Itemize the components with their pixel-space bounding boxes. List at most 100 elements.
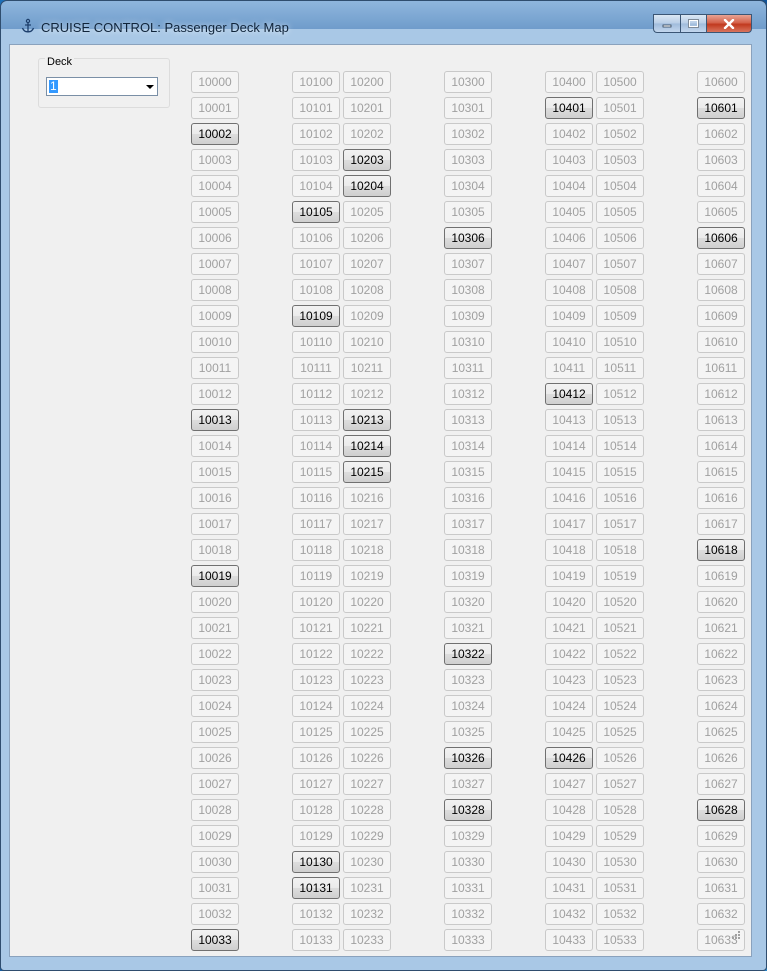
- cabin-button-10014[interactable]: 10014: [191, 435, 239, 457]
- cabin-button-10227[interactable]: 10227: [343, 773, 391, 795]
- cabin-button-10133[interactable]: 10133: [292, 929, 340, 951]
- cabin-button-10524[interactable]: 10524: [596, 695, 644, 717]
- cabin-button-10508[interactable]: 10508: [596, 279, 644, 301]
- cabin-button-10518[interactable]: 10518: [596, 539, 644, 561]
- cabin-button-10023[interactable]: 10023: [191, 669, 239, 691]
- cabin-button-10108[interactable]: 10108: [292, 279, 340, 301]
- cabin-button-10218[interactable]: 10218: [343, 539, 391, 561]
- cabin-button-10324[interactable]: 10324: [444, 695, 492, 717]
- cabin-button-10616[interactable]: 10616: [697, 487, 745, 509]
- cabin-button-10511[interactable]: 10511: [596, 357, 644, 379]
- cabin-button-10219[interactable]: 10219: [343, 565, 391, 587]
- cabin-button-10124[interactable]: 10124: [292, 695, 340, 717]
- cabin-button-10405[interactable]: 10405: [545, 201, 593, 223]
- cabin-button-10200[interactable]: 10200: [343, 71, 391, 93]
- cabin-button-10428[interactable]: 10428: [545, 799, 593, 821]
- cabin-button-10417[interactable]: 10417: [545, 513, 593, 535]
- cabin-button-10502[interactable]: 10502: [596, 123, 644, 145]
- cabin-button-10233[interactable]: 10233: [343, 929, 391, 951]
- cabin-button-10618[interactable]: 10618: [697, 539, 745, 561]
- cabin-button-10333[interactable]: 10333: [444, 929, 492, 951]
- cabin-button-10215[interactable]: 10215: [343, 461, 391, 483]
- cabin-button-10513[interactable]: 10513: [596, 409, 644, 431]
- cabin-button-10301[interactable]: 10301: [444, 97, 492, 119]
- cabin-button-10312[interactable]: 10312: [444, 383, 492, 405]
- cabin-button-10022[interactable]: 10022: [191, 643, 239, 665]
- cabin-button-10025[interactable]: 10025: [191, 721, 239, 743]
- cabin-button-10213[interactable]: 10213: [343, 409, 391, 431]
- cabin-button-10031[interactable]: 10031: [191, 877, 239, 899]
- cabin-button-10320[interactable]: 10320: [444, 591, 492, 613]
- cabin-button-10130[interactable]: 10130: [292, 851, 340, 873]
- cabin-button-10005[interactable]: 10005: [191, 201, 239, 223]
- cabin-button-10125[interactable]: 10125: [292, 721, 340, 743]
- cabin-button-10114[interactable]: 10114: [292, 435, 340, 457]
- cabin-button-10630[interactable]: 10630: [697, 851, 745, 873]
- cabin-button-10117[interactable]: 10117: [292, 513, 340, 535]
- cabin-button-10318[interactable]: 10318: [444, 539, 492, 561]
- cabin-button-10409[interactable]: 10409: [545, 305, 593, 327]
- cabin-button-10028[interactable]: 10028: [191, 799, 239, 821]
- cabin-button-10332[interactable]: 10332: [444, 903, 492, 925]
- cabin-button-10131[interactable]: 10131: [292, 877, 340, 899]
- cabin-button-10118[interactable]: 10118: [292, 539, 340, 561]
- cabin-button-10501[interactable]: 10501: [596, 97, 644, 119]
- cabin-button-10412[interactable]: 10412: [545, 383, 593, 405]
- cabin-button-10607[interactable]: 10607: [697, 253, 745, 275]
- close-button[interactable]: [706, 14, 752, 33]
- cabin-button-10418[interactable]: 10418: [545, 539, 593, 561]
- cabin-button-10331[interactable]: 10331: [444, 877, 492, 899]
- cabin-button-10210[interactable]: 10210: [343, 331, 391, 353]
- cabin-button-10322[interactable]: 10322: [444, 643, 492, 665]
- cabin-button-10609[interactable]: 10609: [697, 305, 745, 327]
- cabin-button-10521[interactable]: 10521: [596, 617, 644, 639]
- cabin-button-10317[interactable]: 10317: [444, 513, 492, 535]
- cabin-button-10606[interactable]: 10606: [697, 227, 745, 249]
- cabin-button-10224[interactable]: 10224: [343, 695, 391, 717]
- cabin-button-10211[interactable]: 10211: [343, 357, 391, 379]
- cabin-button-10100[interactable]: 10100: [292, 71, 340, 93]
- cabin-button-10431[interactable]: 10431: [545, 877, 593, 899]
- cabin-button-10119[interactable]: 10119: [292, 565, 340, 587]
- cabin-button-10230[interactable]: 10230: [343, 851, 391, 873]
- cabin-button-10528[interactable]: 10528: [596, 799, 644, 821]
- cabin-button-10328[interactable]: 10328: [444, 799, 492, 821]
- cabin-button-10311[interactable]: 10311: [444, 357, 492, 379]
- cabin-button-10006[interactable]: 10006: [191, 227, 239, 249]
- cabin-button-10226[interactable]: 10226: [343, 747, 391, 769]
- cabin-button-10504[interactable]: 10504: [596, 175, 644, 197]
- cabin-button-10321[interactable]: 10321: [444, 617, 492, 639]
- cabin-button-10629[interactable]: 10629: [697, 825, 745, 847]
- cabin-button-10002[interactable]: 10002: [191, 123, 239, 145]
- cabin-button-10509[interactable]: 10509: [596, 305, 644, 327]
- cabin-button-10008[interactable]: 10008: [191, 279, 239, 301]
- resize-grip-icon[interactable]: [729, 928, 741, 940]
- cabin-button-10308[interactable]: 10308: [444, 279, 492, 301]
- cabin-button-10121[interactable]: 10121: [292, 617, 340, 639]
- cabin-button-10323[interactable]: 10323: [444, 669, 492, 691]
- cabin-button-10001[interactable]: 10001: [191, 97, 239, 119]
- cabin-button-10305[interactable]: 10305: [444, 201, 492, 223]
- cabin-button-10109[interactable]: 10109: [292, 305, 340, 327]
- cabin-button-10127[interactable]: 10127: [292, 773, 340, 795]
- cabin-button-10611[interactable]: 10611: [697, 357, 745, 379]
- cabin-button-10613[interactable]: 10613: [697, 409, 745, 431]
- cabin-button-10407[interactable]: 10407: [545, 253, 593, 275]
- cabin-button-10522[interactable]: 10522: [596, 643, 644, 665]
- cabin-button-10619[interactable]: 10619: [697, 565, 745, 587]
- cabin-button-10614[interactable]: 10614: [697, 435, 745, 457]
- cabin-button-10601[interactable]: 10601: [697, 97, 745, 119]
- minimize-button[interactable]: [653, 14, 680, 33]
- cabin-button-10319[interactable]: 10319: [444, 565, 492, 587]
- cabin-button-10202[interactable]: 10202: [343, 123, 391, 145]
- cabin-button-10512[interactable]: 10512: [596, 383, 644, 405]
- cabin-button-10532[interactable]: 10532: [596, 903, 644, 925]
- cabin-button-10004[interactable]: 10004: [191, 175, 239, 197]
- cabin-button-10110[interactable]: 10110: [292, 331, 340, 353]
- cabin-button-10420[interactable]: 10420: [545, 591, 593, 613]
- cabin-button-10413[interactable]: 10413: [545, 409, 593, 431]
- cabin-button-10620[interactable]: 10620: [697, 591, 745, 613]
- cabin-button-10033[interactable]: 10033: [191, 929, 239, 951]
- cabin-button-10229[interactable]: 10229: [343, 825, 391, 847]
- cabin-button-10222[interactable]: 10222: [343, 643, 391, 665]
